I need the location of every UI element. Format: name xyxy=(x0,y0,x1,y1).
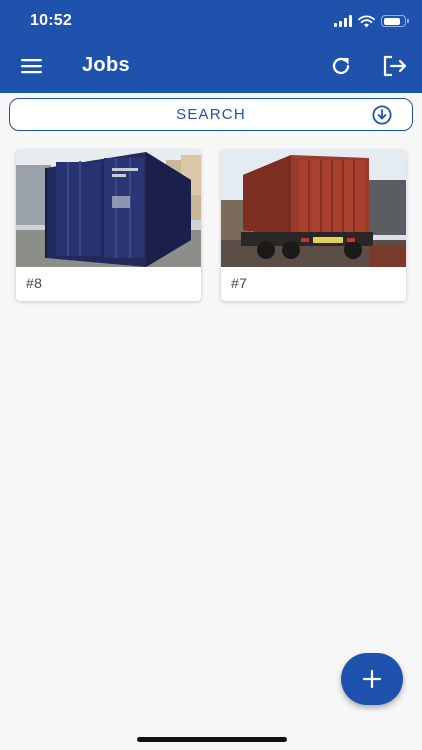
add-job-button[interactable] xyxy=(341,653,403,705)
refresh-icon[interactable] xyxy=(329,54,353,78)
job-number: #8 xyxy=(26,275,43,291)
job-card[interactable]: #7 xyxy=(221,150,406,301)
wifi-icon xyxy=(358,15,375,27)
status-icons xyxy=(334,14,409,28)
search-button[interactable]: SEARCH xyxy=(9,98,413,131)
job-thumbnail-image xyxy=(221,150,406,267)
app-header: 10:52 Jobs xyxy=(0,0,422,93)
job-card[interactable]: #8 xyxy=(16,150,201,301)
page-title: Jobs xyxy=(82,54,130,76)
cellular-signal-icon xyxy=(334,15,352,27)
plus-icon xyxy=(362,669,382,689)
app-bar: Jobs xyxy=(0,44,422,90)
hamburger-menu-icon[interactable] xyxy=(20,56,44,76)
status-bar: 10:52 xyxy=(0,0,422,40)
status-time: 10:52 xyxy=(30,12,72,29)
home-indicator xyxy=(137,737,287,742)
job-thumbnail-image xyxy=(16,150,201,267)
download-circle-icon[interactable] xyxy=(372,105,392,125)
battery-icon xyxy=(381,15,409,27)
job-number: #7 xyxy=(231,275,248,291)
logout-icon[interactable] xyxy=(382,54,408,78)
search-label: SEARCH xyxy=(176,106,246,123)
